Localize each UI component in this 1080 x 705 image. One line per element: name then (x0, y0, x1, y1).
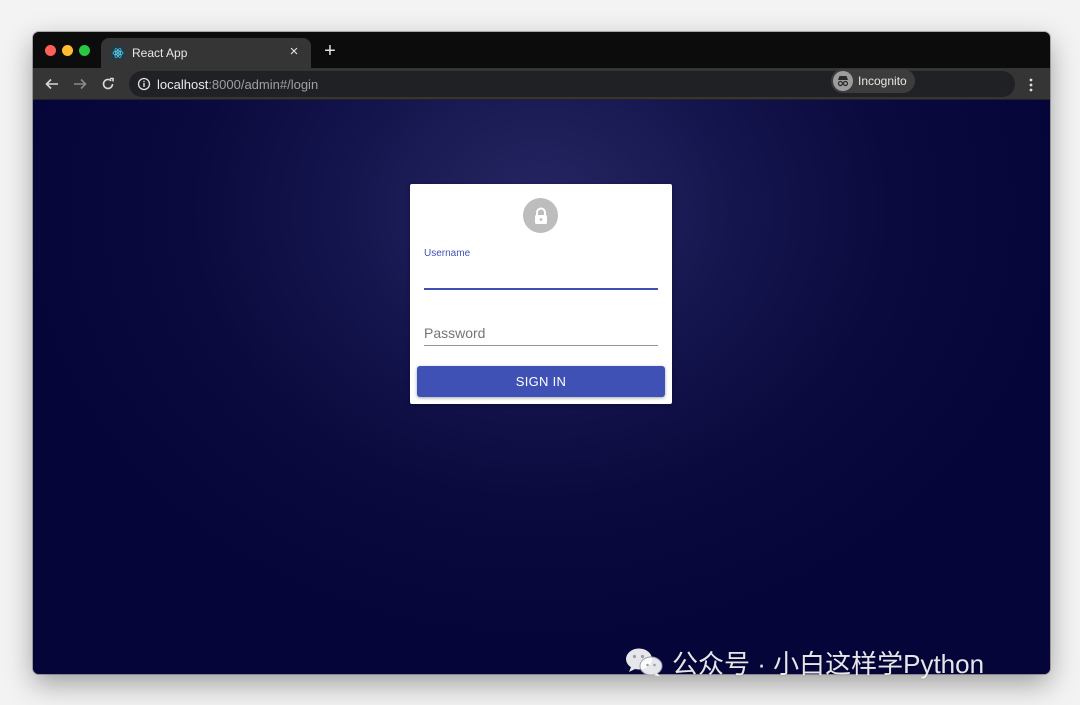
watermark-text: 公众号 · 小白这样学Python (672, 648, 985, 679)
tab-bar: React App × + (33, 32, 1050, 68)
password-underline (424, 345, 658, 346)
back-arrow-icon[interactable] (43, 75, 61, 93)
incognito-profile-button[interactable]: Incognito (831, 69, 915, 93)
forward-arrow-icon[interactable] (71, 75, 89, 93)
menu-icon[interactable] (1025, 76, 1037, 94)
tab-close-icon[interactable]: × (285, 43, 303, 61)
url-path: :8000/admin#/login (208, 77, 319, 92)
wechat-icon (626, 648, 663, 677)
browser-window: React App × + localhost:8000/admin#/logi… (33, 32, 1050, 674)
username-label: Username (424, 248, 471, 259)
tab-react-app[interactable]: React App × (101, 38, 311, 68)
password-input[interactable] (424, 314, 658, 346)
url-host: localhost (157, 77, 209, 92)
maximize-window-button[interactable] (79, 45, 90, 56)
login-card: Username SIGN IN (410, 184, 672, 404)
sign-in-button[interactable]: SIGN IN (417, 366, 665, 397)
url-text: localhost:8000/admin#/login (157, 77, 318, 92)
username-underline (424, 288, 658, 290)
username-field: Username (424, 246, 658, 290)
incognito-icon (833, 71, 853, 91)
close-window-button[interactable] (45, 45, 56, 56)
incognito-label: Incognito (858, 74, 907, 88)
watermark: 公众号 · 小白这样学Python (624, 644, 984, 680)
info-icon[interactable] (136, 76, 152, 92)
reload-icon[interactable] (99, 75, 117, 93)
page-viewport: Username SIGN IN (33, 100, 1050, 674)
username-input[interactable] (424, 262, 658, 288)
tab-title: React App (132, 46, 188, 60)
react-favicon-icon (111, 46, 125, 60)
browser-toolbar: localhost:8000/admin#/login Incognito (33, 68, 1050, 100)
minimize-window-button[interactable] (62, 45, 73, 56)
new-tab-button[interactable]: + (320, 41, 340, 62)
password-field (424, 314, 658, 346)
lock-icon (523, 198, 558, 233)
